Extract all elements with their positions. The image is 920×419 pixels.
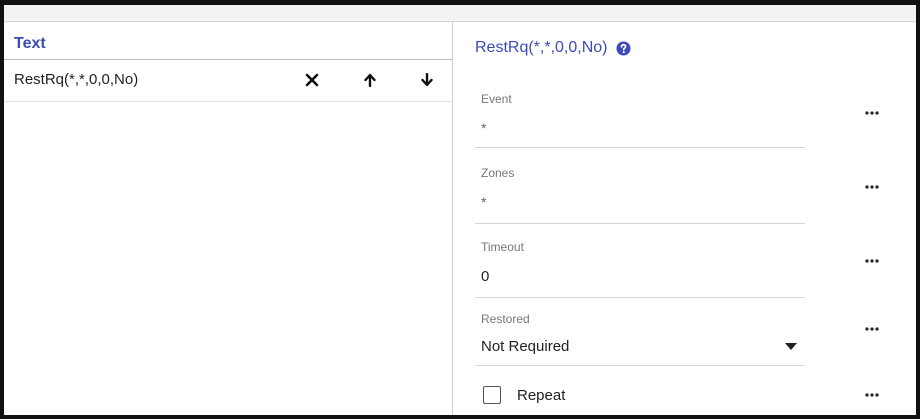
detail-title: RestRq(*,*,0,0,No)	[475, 39, 608, 56]
timeout-more-button[interactable]	[862, 256, 882, 266]
column-header-text: Text	[4, 22, 452, 60]
zones-value: *	[481, 194, 487, 210]
text-list-panel: Text RestRq(*,*,0,0,No)	[4, 22, 453, 415]
list-item[interactable]: RestRq(*,*,0,0,No)	[4, 60, 452, 102]
repeat-checkbox[interactable]	[483, 386, 501, 404]
timeout-field[interactable]: Timeout 0	[475, 226, 805, 298]
repeat-row: Repeat	[475, 382, 565, 408]
restored-label: Restored	[481, 312, 530, 326]
question-circle-icon[interactable]	[615, 40, 631, 56]
timeout-value: 0	[481, 268, 490, 285]
repeat-more-button[interactable]	[862, 390, 882, 400]
arrow-down-icon[interactable]	[418, 71, 436, 89]
event-value: *	[481, 120, 487, 136]
event-more-button[interactable]	[862, 108, 882, 118]
restored-value: Not Required	[481, 338, 570, 355]
arrow-up-icon[interactable]	[361, 71, 379, 89]
zones-label: Zones	[481, 166, 515, 180]
repeat-label: Repeat	[517, 386, 566, 404]
event-label: Event	[481, 92, 512, 106]
restored-more-button[interactable]	[862, 324, 882, 334]
event-field[interactable]: Event *	[475, 76, 805, 148]
zones-field[interactable]: Zones *	[475, 150, 805, 224]
detail-panel: RestRq(*,*,0,0,No) Event * Zones * Timeo…	[453, 22, 916, 415]
list-item-label: RestRq(*,*,0,0,No)	[14, 71, 139, 88]
top-toolbar-strip	[4, 5, 916, 22]
restored-select[interactable]: Restored Not Required	[475, 300, 805, 366]
chevron-down-icon[interactable]	[785, 343, 797, 351]
detail-title-row: RestRq(*,*,0,0,No)	[475, 39, 631, 57]
zones-more-button[interactable]	[862, 182, 882, 192]
close-icon[interactable]	[303, 71, 321, 89]
timeout-label: Timeout	[481, 240, 524, 254]
